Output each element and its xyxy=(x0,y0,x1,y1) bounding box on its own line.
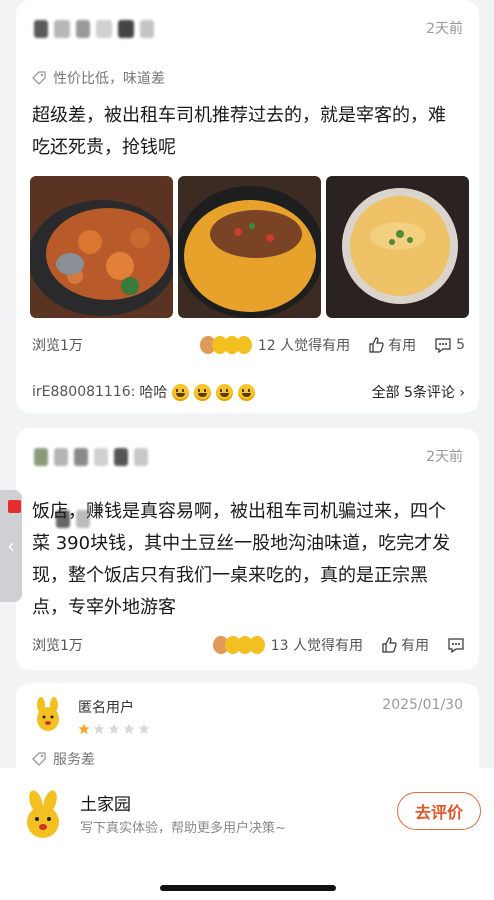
reviewer-info-blurred xyxy=(34,18,154,40)
grin-emoji-icon xyxy=(238,383,256,401)
helpful-info: 13 人觉得有用 xyxy=(212,635,363,655)
price-tag-icon xyxy=(32,71,46,85)
review-photo-1[interactable] xyxy=(30,176,173,318)
helpful-count: 13 人觉得有用 xyxy=(270,638,363,654)
thumbs-up-icon xyxy=(382,637,397,653)
reviewer-info-blurred xyxy=(34,446,148,468)
review-meta: 浏览1万 13 人觉得有用 有用 xyxy=(32,635,465,655)
avatar[interactable] xyxy=(34,448,48,466)
thumbs-up-icon xyxy=(369,337,384,353)
red-marker xyxy=(8,500,21,513)
comment-bubble-icon xyxy=(435,338,451,353)
review-photos xyxy=(30,176,469,318)
view-count: 浏览1万 xyxy=(32,638,83,654)
grin-emoji-icon xyxy=(216,383,234,401)
star-filled-icon xyxy=(78,723,90,734)
price-tag-icon xyxy=(32,752,46,766)
comment-preview[interactable]: irE880081116: 哈哈 全部 5条评论 › xyxy=(32,382,465,402)
review-tags: 服务差 xyxy=(32,749,95,769)
star-empty-icon xyxy=(108,723,120,734)
all-comments-link[interactable]: 全部 5条评论 › xyxy=(372,382,465,402)
write-review-bar: 土家园 写下真实体验，帮助更多用户决策~ 去评价 xyxy=(0,768,494,900)
star-empty-icon xyxy=(123,723,135,734)
anonymous-avatar[interactable] xyxy=(32,697,64,733)
avatar[interactable] xyxy=(34,20,48,38)
star-empty-icon xyxy=(93,723,105,734)
review-time: 2天前 xyxy=(426,449,463,465)
useful-button[interactable]: 有用 xyxy=(381,635,429,655)
chevron-left-icon: ‹ xyxy=(7,534,15,558)
review-date: 2025/01/30 xyxy=(382,697,463,713)
useful-button[interactable]: 有用 xyxy=(368,335,416,355)
review-meta: 浏览1万 12 人觉得有用 有用 5 xyxy=(32,335,465,355)
star-rating xyxy=(78,723,150,735)
review-card-2: 2天前 饭店，赚钱是真容易啊，被出租车司机骗过来，四个菜 390块钱，其中土豆丝… xyxy=(16,428,479,670)
helpful-count: 12 人觉得有用 xyxy=(257,338,351,354)
review-photo-3[interactable] xyxy=(326,176,469,318)
comment-text: 哈哈 xyxy=(139,385,168,401)
reviewer-name: 匿名用户 xyxy=(78,700,134,716)
review-time: 2天前 xyxy=(426,21,463,37)
helpful-info: 12 人觉得有用 xyxy=(199,335,351,355)
chevron-right-icon: › xyxy=(459,385,465,401)
review-tags: 性价比低，味道差 xyxy=(32,68,165,88)
home-indicator[interactable] xyxy=(160,885,336,891)
helpful-avatars xyxy=(199,336,252,354)
write-prompt[interactable]: 写下真实体验，帮助更多用户决策~ xyxy=(80,817,286,836)
rate-button[interactable]: 去评价 xyxy=(397,792,481,830)
star-empty-icon xyxy=(138,723,150,734)
grin-emoji-icon xyxy=(194,383,212,401)
review-photo-2[interactable] xyxy=(178,176,321,318)
grin-emoji-icon xyxy=(172,383,190,401)
review-body[interactable]: 超级差，被出租车司机推荐过去的，就是宰客的，难吃还死贵，抢钱呢 xyxy=(32,100,462,164)
shop-name: 土家园 xyxy=(80,795,131,815)
comment-bubble-icon xyxy=(448,638,464,653)
comment-button[interactable] xyxy=(447,637,465,653)
view-count: 浏览1万 xyxy=(32,338,83,354)
commenter-name: irE880081116: xyxy=(32,384,136,400)
comment-button[interactable]: 5 xyxy=(434,337,465,353)
review-body[interactable]: 饭店，赚钱是真容易啊，被出租车司机骗过来，四个菜 390块钱，其中土豆丝一股地沟… xyxy=(32,496,462,624)
mascot-logo xyxy=(27,790,59,838)
review-card-1: 2天前 性价比低，味道差 超级差，被出租车司机推荐过去的，就是宰客的，难吃还死贵… xyxy=(16,0,479,413)
helpful-avatars xyxy=(212,636,265,654)
